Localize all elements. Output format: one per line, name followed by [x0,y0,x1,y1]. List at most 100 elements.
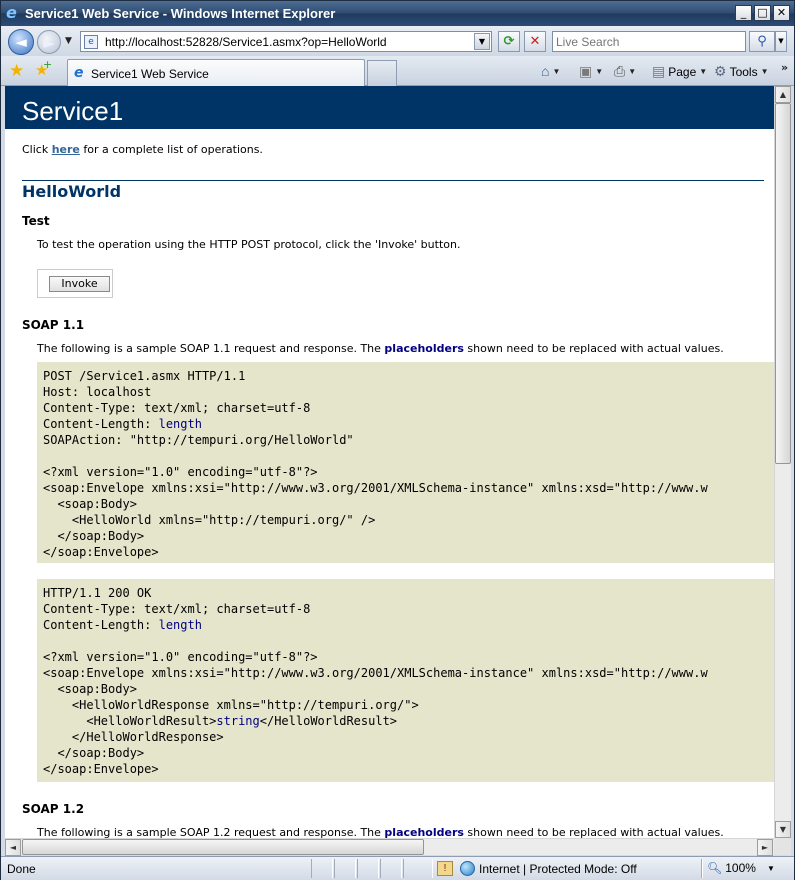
code-line: </soap:Envelope> [43,545,159,559]
page-menu[interactable]: ▤ Page ▼ [652,63,707,80]
print-button[interactable]: ⎙ ▼ [614,63,636,80]
soap12-desc-before: The following is a sample SOAP 1.2 reque… [37,826,385,838]
globe-icon [460,861,475,876]
navigation-bar: ◄ ► ▼ e http://localhost:52828/Service1.… [1,26,794,56]
favorites-star-icon[interactable]: ★ [9,61,24,81]
chevron-right-icon[interactable]: » [781,61,788,74]
soap12-desc-after: shown need to be replaced with actual va… [463,826,724,838]
search-icon[interactable]: ⚲ [749,31,775,52]
scroll-right-icon[interactable]: ► [757,839,773,856]
soap11-response-sample: HTTP/1.1 200 OK Content-Type: text/xml; … [37,579,774,782]
tools-menu[interactable]: ⚙ Tools ▼ [714,63,769,80]
invoke-button[interactable]: Invoke [49,276,110,292]
close-button[interactable]: ✕ [773,5,790,21]
code-line: Content-Type: text/xml; charset=utf-8 [43,401,311,415]
code-line: </HelloWorldResponse> [43,730,224,744]
soap11-desc-before: The following is a sample SOAP 1.1 reque… [37,342,385,355]
page-menu-dropdown-icon: ▼ [699,67,708,76]
code-line: POST /Service1.asmx HTTP/1.1 [43,369,246,383]
zoom-control[interactable]: 🔍︎ 100% ▼ [707,861,775,875]
recent-pages-dropdown-icon[interactable]: ▼ [65,36,72,46]
invoke-frame: Invoke [37,269,113,298]
maximize-button[interactable]: □ [754,5,771,21]
horizontal-scrollbar[interactable]: ◄ ► [5,838,774,856]
code-line: Host: localhost [43,385,152,399]
home-dropdown-icon[interactable]: ▼ [552,67,560,76]
status-divider [701,859,703,878]
tools-menu-dropdown-icon: ▼ [760,67,769,76]
placeholder-value: string [216,714,260,728]
intro-text: Click here for a complete list of operat… [22,143,263,156]
status-cell [380,859,402,878]
protected-mode-icon[interactable]: ! [437,861,453,876]
code-line: <HelloWorldResult> [43,714,217,728]
search-input[interactable] [556,33,736,51]
refresh-button[interactable]: ⟳ [498,31,520,52]
code-line: SOAPAction: "http://tempuri.org/HelloWor… [43,433,354,447]
code-line: <?xml version="1.0" encoding="utf-8"?> [43,465,318,479]
page-menu-icon: ▤ [652,63,666,79]
stop-button[interactable]: ✕ [524,31,546,52]
scroll-left-icon[interactable]: ◄ [5,839,21,856]
print-dropdown-icon[interactable]: ▼ [628,67,636,76]
ie-logo-icon: e [6,3,17,22]
feeds-icon: ▣ [579,63,593,79]
test-heading: Test [22,214,50,228]
address-url[interactable]: http://localhost:52828/Service1.asmx?op=… [105,35,387,49]
gear-icon: ⚙ [714,63,727,79]
code-line: </HelloWorldResult> [259,714,398,728]
status-bar: Done ! Internet | Protected Mode: Off 🔍︎… [1,856,794,880]
tab-service1[interactable]: e Service1 Web Service [67,59,365,86]
vertical-scroll-thumb[interactable] [775,103,791,464]
page-title: Service1 [5,86,774,129]
code-line: <soap:Body> [43,682,137,696]
security-zone[interactable]: Internet | Protected Mode: Off [460,861,637,876]
feeds-button[interactable]: ▣ ▼ [579,63,603,80]
horizontal-scroll-thumb[interactable] [22,839,424,855]
intro-after: for a complete list of operations. [79,143,263,156]
minimize-button[interactable]: _ [735,5,752,21]
page-menu-label: Page [668,64,697,79]
browser-window: e Service1 Web Service - Windows Interne… [0,0,795,880]
status-cell [403,859,433,878]
new-tab-button[interactable] [367,60,397,86]
placeholders-term: placeholders [384,342,464,355]
address-dropdown-icon[interactable]: ▼ [474,33,490,50]
page-content: Service1 Click here for a complete list … [5,86,774,838]
zoom-icon: 🔍︎ [707,861,723,875]
search-options-dropdown-icon[interactable]: ▼ [775,31,787,52]
status-cell [357,859,379,878]
operation-title: HelloWorld [22,182,122,201]
code-line: <soap:Envelope xmlns:xsi="http://www.w3.… [43,666,708,680]
status-cell [334,859,356,878]
back-button[interactable]: ◄ [8,29,34,55]
home-button[interactable]: ⌂ ▼ [541,63,560,79]
code-line: <soap:Body> [43,497,137,511]
title-bar[interactable]: e Service1 Web Service - Windows Interne… [1,1,794,26]
scroll-up-icon[interactable]: ▲ [775,86,791,103]
vertical-scrollbar[interactable]: ▲ ▼ [774,86,791,838]
code-line: Content-Length: [43,618,159,632]
placeholders-term: placeholders [384,826,464,838]
scroll-down-icon[interactable]: ▼ [775,821,791,838]
code-line: HTTP/1.1 200 OK [43,586,152,600]
tools-menu-label: Tools [729,64,758,79]
search-box[interactable] [552,31,746,52]
code-line: Content-Length: [43,417,159,431]
code-line: </soap:Body> [43,529,145,543]
address-bar[interactable]: e http://localhost:52828/Service1.asmx?o… [80,31,492,52]
status-text: Done [7,862,36,876]
intro-before: Click [22,143,52,156]
tab-label: Service1 Web Service [91,67,209,81]
soap11-request-sample: POST /Service1.asmx HTTP/1.1 Host: local… [37,362,774,563]
page-icon: e [84,35,98,49]
add-favorites-icon[interactable]: ★ + [35,58,52,79]
placeholder-value: length [158,618,202,632]
soap12-heading: SOAP 1.2 [22,802,85,816]
feeds-dropdown-icon[interactable]: ▼ [595,67,603,76]
soap11-description: The following is a sample SOAP 1.1 reque… [37,342,724,355]
forward-button[interactable]: ► [37,30,61,54]
code-line: </soap:Envelope> [43,762,159,776]
ie-page-icon: e [74,65,84,81]
operations-link[interactable]: here [52,143,80,156]
